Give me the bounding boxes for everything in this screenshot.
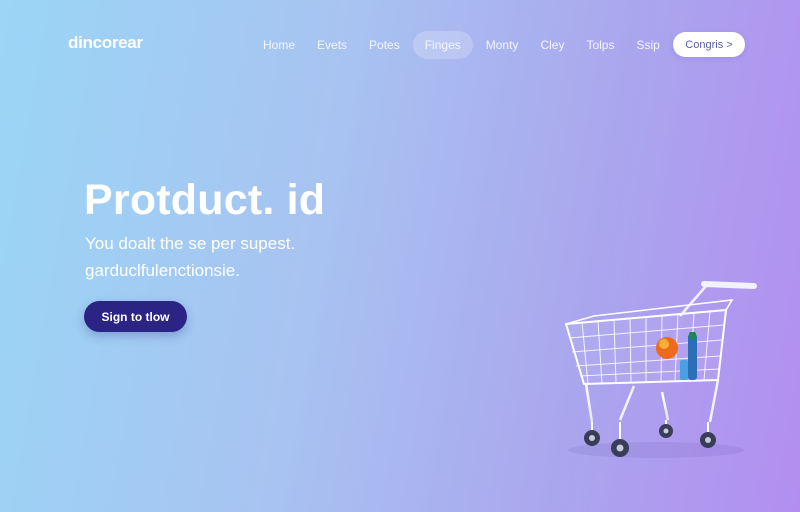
- nav-item-finges[interactable]: Finges: [412, 31, 473, 59]
- nav-item-home[interactable]: Home: [254, 31, 304, 59]
- nav-item-potes[interactable]: Potes: [360, 31, 409, 59]
- header-cta-button[interactable]: Congris >: [673, 32, 745, 57]
- hero-subtitle: You doalt the se per supest. garduclfule…: [85, 230, 385, 284]
- hero-subtitle-line-2: garduclfulenctionsie.: [85, 261, 240, 280]
- nav-item-evets[interactable]: Evets: [308, 31, 356, 59]
- hero-subtitle-line-1: You doalt the se per supest.: [85, 234, 296, 253]
- hero-title: Protduct. id: [84, 176, 326, 224]
- shopping-cart-icon: [564, 281, 757, 458]
- nav-item-ssip[interactable]: Ssip: [627, 31, 668, 59]
- nav-item-tolps[interactable]: Tolps: [577, 31, 623, 59]
- main-nav: Home Evets Potes Finges Monty Cley Tolps…: [254, 31, 669, 59]
- nav-item-cley[interactable]: Cley: [531, 31, 573, 59]
- hero-primary-button[interactable]: Sign to tlow: [84, 301, 187, 332]
- brand-logo[interactable]: dincorear: [68, 33, 143, 53]
- nav-item-monty[interactable]: Monty: [477, 31, 528, 59]
